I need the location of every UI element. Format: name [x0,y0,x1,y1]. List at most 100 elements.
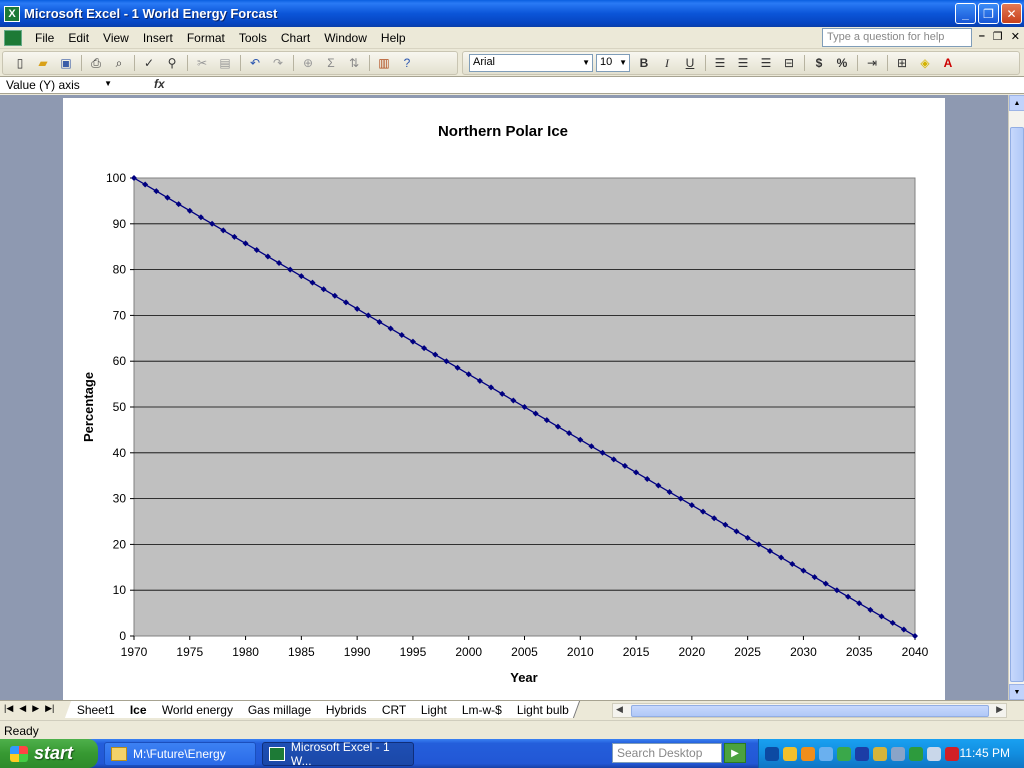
percent-button[interactable]: % [831,53,853,73]
norton-icon[interactable] [783,746,797,761]
mcafee-icon[interactable] [945,746,959,761]
help-search-input[interactable]: Type a question for help [822,28,972,47]
desktop-search-input[interactable]: Search Desktop [612,743,722,763]
next-sheet-icon[interactable]: ▶ [32,703,39,714]
menu-edit[interactable]: Edit [61,31,96,45]
start-button[interactable]: start [0,739,98,768]
redo-icon[interactable]: ↷ [267,53,289,73]
document-controls: – ❐ ✕ [979,30,1020,43]
maximize-button[interactable]: ❐ [978,3,999,24]
cut-icon[interactable]: ✂ [191,53,213,73]
doc-minimize-icon[interactable]: – [979,30,985,43]
x-axis-title[interactable]: Year [510,670,537,685]
task-explorer[interactable]: M:\Future\Energy [104,741,256,766]
tab-world-energy[interactable]: World energy [149,701,244,718]
menu-view[interactable]: View [96,31,136,45]
align-right-icon[interactable]: ☰ [755,53,777,73]
minimize-button[interactable]: _ [955,3,976,24]
search-icon[interactable] [819,746,833,761]
print-icon[interactable]: ⎙ [85,53,107,73]
close-button[interactable]: ✕ [1001,3,1022,24]
fill-color-icon[interactable]: ◈ [914,53,936,73]
menu-chart[interactable]: Chart [274,31,317,45]
workbook-icon[interactable] [4,29,22,46]
tab-lm-w-dollar[interactable]: Lm-w-$ [450,701,514,718]
fx-icon[interactable]: fx [154,77,165,91]
tab-label: Gas millage [247,703,312,717]
x-axis[interactable]: 1970 1975 1980 1985 1990 1995 2000 2005 2010 2015… [121,636,929,659]
scroll-thumb[interactable] [631,705,989,717]
font-size-select[interactable]: 10 ▼ [596,54,630,72]
prev-sheet-icon[interactable]: ◀ [19,703,26,714]
help-icon[interactable]: ? [396,53,418,73]
menu-window[interactable]: Window [317,31,374,45]
merge-center-icon[interactable]: ⊟ [778,53,800,73]
first-sheet-icon[interactable]: |◀ [4,703,13,714]
bold-button[interactable]: B [633,53,655,73]
update-icon[interactable] [909,746,923,761]
excel-icon[interactable]: X [4,5,20,22]
chart-sheet[interactable]: Northern Polar Ice 0 10 20 30 40 50 60 70 80 90 10… [63,98,945,700]
task-excel[interactable]: Microsoft Excel - 1 W... [262,740,414,768]
new-icon[interactable]: ▯ [9,53,31,73]
open-icon[interactable]: ▰ [32,53,54,73]
doc-restore-icon[interactable]: ❐ [993,30,1003,43]
line-chart[interactable]: Northern Polar Ice 010203040506070809010… [63,98,945,700]
font-select[interactable]: Arial ▼ [469,54,593,72]
align-left-icon[interactable]: ☰ [709,53,731,73]
tab-gas-millage[interactable]: Gas millage [235,701,323,718]
x-tick-label: 2025 [734,645,761,659]
task-label: M:\Future\Energy [133,746,226,761]
italic-button[interactable]: I [656,53,678,73]
chart-title[interactable]: Northern Polar Ice [438,123,568,140]
sync-icon[interactable] [837,746,851,761]
menu-file[interactable]: File [28,31,61,45]
undo-icon[interactable]: ↶ [244,53,266,73]
doc-close-icon[interactable]: ✕ [1011,30,1020,43]
scroll-right-icon[interactable]: ▶ [996,704,1003,715]
borders-icon[interactable]: ⊞ [891,53,913,73]
scroll-left-icon[interactable]: ◀ [616,704,623,715]
underline-button[interactable]: U [679,53,701,73]
print-preview-icon[interactable]: ⌕ [108,53,130,73]
menu-insert[interactable]: Insert [136,31,180,45]
vertical-scrollbar[interactable]: ▲ ▼ [1008,95,1024,700]
tab-hybrids[interactable]: Hybrids [314,701,379,718]
research-icon[interactable]: ⚲ [161,53,183,73]
y-axis-title[interactable]: Percentage [81,372,96,442]
currency-button[interactable]: $ [808,53,830,73]
bluetooth-icon[interactable] [855,746,869,761]
folder-icon [111,746,127,761]
y-axis[interactable]: 0 10 20 30 40 50 60 70 80 90 100 [106,171,134,643]
paste-icon[interactable]: ▤ [214,53,236,73]
x-tick-label: 2010 [567,645,594,659]
menu-format[interactable]: Format [180,31,232,45]
last-sheet-icon[interactable]: ▶| [45,703,54,714]
wireless-icon[interactable] [891,746,905,761]
horizontal-scrollbar[interactable]: ◀ ▶ [612,703,1007,718]
sort-icon[interactable]: ⇅ [343,53,365,73]
menu-tools[interactable]: Tools [232,31,274,45]
scroll-down-icon[interactable]: ▼ [1009,684,1024,700]
autosum-icon[interactable]: Σ [320,53,342,73]
x-tick-label: 1975 [176,645,203,659]
search-go-icon[interactable]: ▶ [724,743,746,763]
menu-help[interactable]: Help [374,31,413,45]
network-icon[interactable] [765,746,779,761]
security-icon[interactable] [873,746,887,761]
align-center-icon[interactable]: ☰ [732,53,754,73]
tab-sheet1[interactable]: Sheet1 [64,701,127,718]
hyperlink-icon[interactable]: ⊕ [297,53,319,73]
messenger-icon[interactable] [801,746,815,761]
scroll-thumb[interactable] [1010,127,1024,682]
chart-wizard-icon[interactable]: ▥ [373,53,395,73]
volume-icon[interactable] [927,746,941,761]
name-box[interactable]: Value (Y) axis ▼ [2,77,120,94]
font-color-icon[interactable]: A [937,53,959,73]
tab-light-bulb[interactable]: Light bulb [505,701,581,718]
save-icon[interactable]: ▣ [55,53,77,73]
indent-icon[interactable]: ⇥ [861,53,883,73]
scroll-up-icon[interactable]: ▲ [1009,95,1024,111]
spelling-icon[interactable]: ✓ [138,53,160,73]
y-tick-label: 20 [113,537,127,551]
